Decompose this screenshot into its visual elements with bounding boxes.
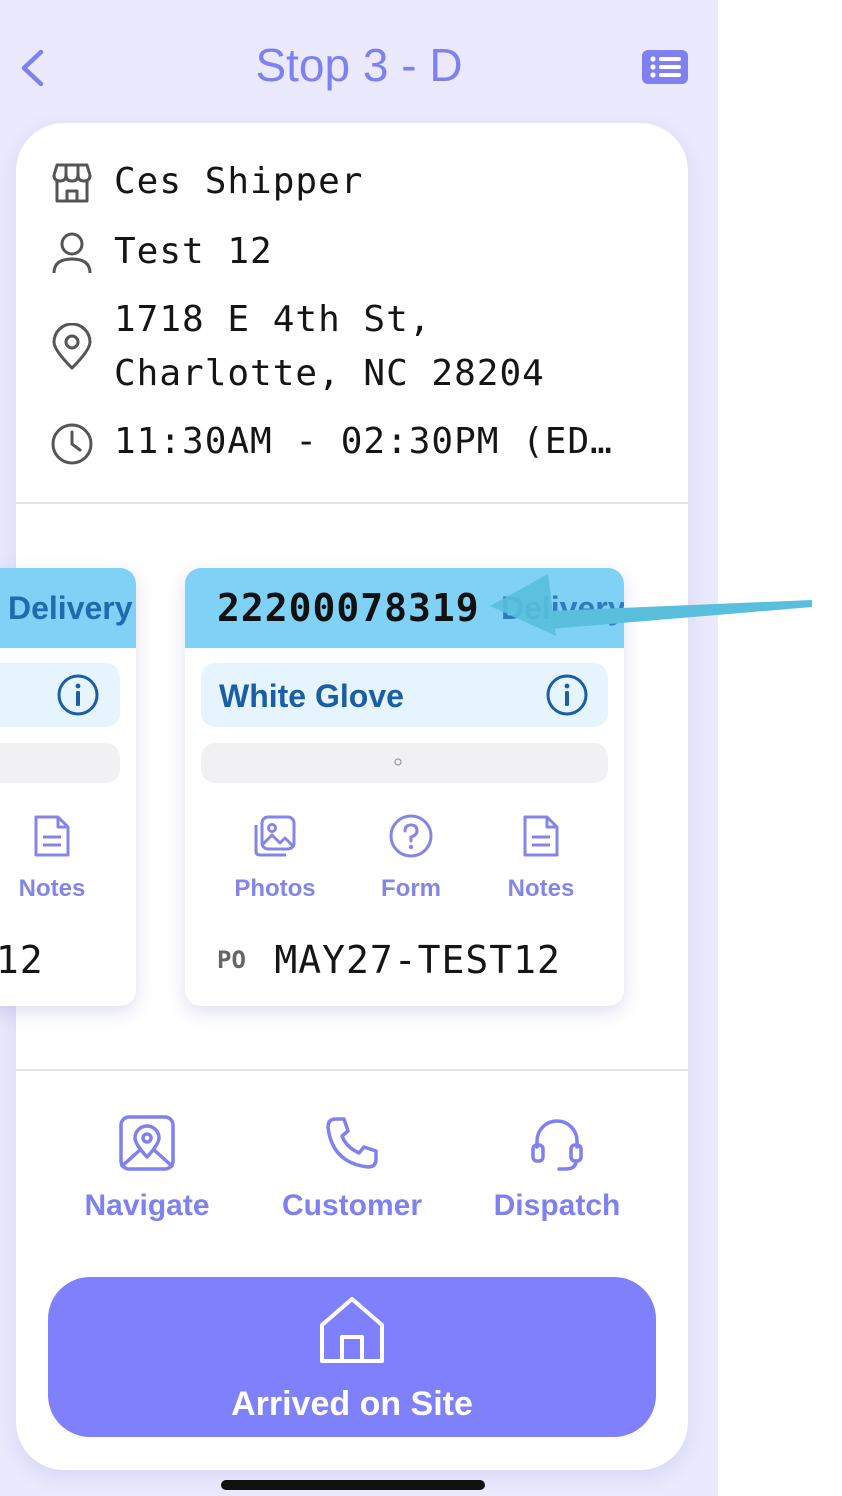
clock-icon	[51, 423, 93, 465]
person-icon	[52, 232, 92, 274]
progress-bar	[201, 743, 608, 783]
arrived-on-site-label: Arrived on Site	[231, 1385, 473, 1423]
photos-label: Photos	[234, 875, 316, 902]
home-indicator	[221, 1480, 485, 1490]
notes-button[interactable]: Notes	[0, 813, 112, 903]
info-icon[interactable]	[545, 673, 589, 717]
call-dispatch-button[interactable]: Dispatch	[467, 1113, 647, 1223]
stop-list-button[interactable]	[640, 48, 690, 86]
phone-icon	[326, 1117, 378, 1169]
shipment-type: Delivery	[501, 590, 624, 626]
arrived-on-site-button[interactable]: Arrived on Site	[48, 1277, 656, 1437]
notes-icon	[34, 815, 70, 857]
divider	[16, 1069, 688, 1071]
po-label: PO	[217, 946, 246, 974]
notes-icon	[523, 815, 559, 857]
shipment-card-previous[interactable]: 7 Delivery Notes T12	[0, 568, 136, 1006]
form-label: Form	[381, 875, 441, 902]
shipment-header: Delivery 22200078319	[185, 568, 624, 648]
loading-icon	[394, 758, 402, 766]
headset-icon	[531, 1119, 583, 1171]
notes-label: Notes	[507, 875, 575, 902]
form-button[interactable]: Form	[351, 813, 471, 903]
info-icon[interactable]	[56, 673, 100, 717]
question-icon	[389, 814, 433, 858]
phone-screen: Stop 3 - D Ces Shipper Test 12 1718 E 4t…	[0, 0, 718, 1496]
po-value: MAY27-TEST12	[274, 938, 561, 982]
map-icon	[119, 1115, 175, 1171]
photos-icon	[254, 815, 296, 857]
shipment-type: Delivery	[8, 590, 133, 626]
address-line-2[interactable]: Charlotte, NC 28204	[114, 353, 545, 394]
notes-label: Notes	[18, 875, 86, 902]
service-level: White Glove	[219, 678, 404, 714]
shipment-header: 7 Delivery	[0, 568, 136, 648]
po-value: T12	[0, 938, 44, 982]
service-bar	[0, 663, 120, 727]
shipment-card-current[interactable]: Delivery 22200078319 White Glove Photos …	[185, 568, 624, 1006]
photos-button[interactable]: Photos	[215, 813, 335, 903]
store-icon	[52, 163, 92, 203]
address-line-1[interactable]: 1718 E 4th St,	[114, 299, 431, 340]
customer-label: Customer	[281, 1189, 423, 1222]
contact-name: Test 12	[114, 231, 273, 272]
shipment-id: 22200078319	[217, 586, 480, 630]
notes-button[interactable]: Notes	[481, 813, 601, 903]
shipper-name: Ces Shipper	[114, 161, 364, 202]
divider	[16, 502, 688, 504]
call-customer-button[interactable]: Customer	[262, 1113, 442, 1223]
po-row: T12	[0, 938, 44, 982]
navigate-button[interactable]: Navigate	[57, 1113, 237, 1223]
page-title: Stop 3 - D	[255, 39, 463, 91]
navigate-label: Navigate	[84, 1189, 210, 1222]
time-window: 11:30AM - 02:30PM (ED…	[114, 421, 613, 462]
home-icon	[320, 1297, 384, 1363]
po-row: PO MAY27-TEST12	[217, 938, 561, 982]
location-pin-icon	[52, 323, 92, 371]
service-bar[interactable]: White Glove	[201, 663, 608, 727]
progress-bar	[0, 743, 120, 783]
list-icon	[642, 50, 688, 84]
dispatch-label: Dispatch	[493, 1189, 621, 1222]
